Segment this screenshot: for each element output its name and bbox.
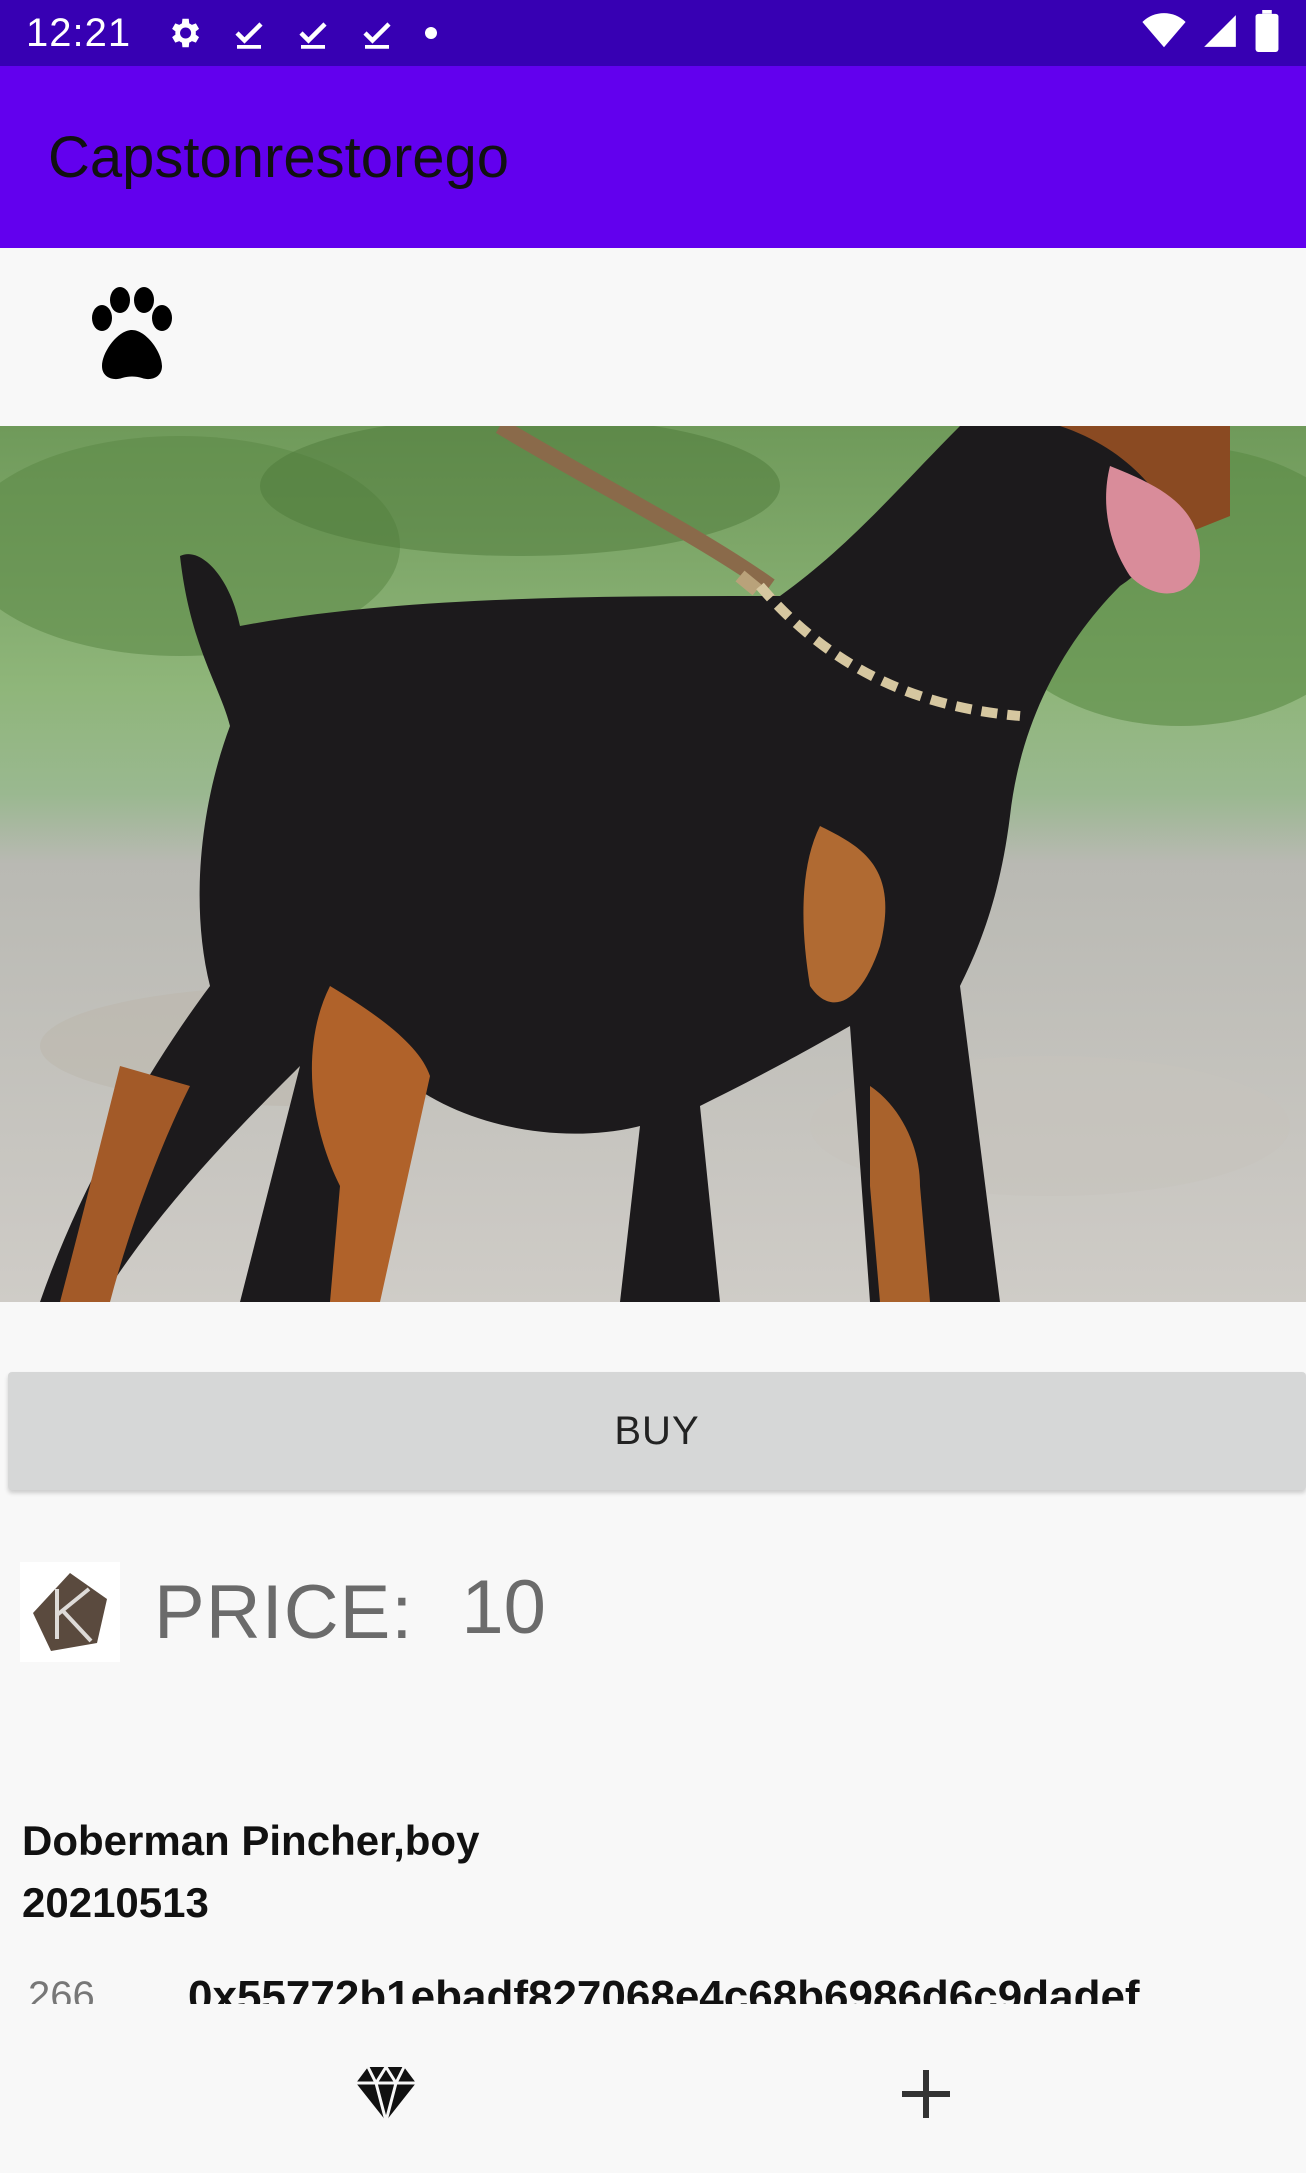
bottom-nav xyxy=(0,2004,1306,2173)
nav-item-diamond[interactable] xyxy=(326,2034,446,2154)
download-done-icon xyxy=(359,15,395,51)
buy-button[interactable]: BUY xyxy=(8,1372,1306,1490)
download-done-icon xyxy=(231,15,267,51)
plus-icon xyxy=(902,2070,950,2118)
price-row: PRICE: 10 xyxy=(20,1562,546,1662)
price-value: 10 xyxy=(461,1564,546,1650)
product-description: Doberman Pincher,boy 20210513 xyxy=(22,1810,479,1934)
paw-icon[interactable] xyxy=(86,286,178,382)
system-icons xyxy=(1142,9,1280,57)
wifi-icon xyxy=(1142,12,1186,54)
token-index: 266 xyxy=(28,1974,95,2004)
settings-icon xyxy=(165,14,203,52)
status-bar: 12:21 xyxy=(0,0,1306,66)
nav-item-add[interactable] xyxy=(866,2034,986,2154)
notification-icons xyxy=(165,14,439,52)
app-title: Capstonrestorego xyxy=(48,124,510,190)
price-label: PRICE: xyxy=(154,1569,414,1655)
product-name: Doberman Pincher,boy xyxy=(22,1817,480,1864)
download-done-icon xyxy=(295,15,331,51)
klaytn-coin-logo xyxy=(20,1562,120,1662)
toolbar-row xyxy=(0,248,1306,426)
token-row: 266 0x55772b1ebadf827068e4c68b6986d6c9da… xyxy=(0,1960,1306,2004)
status-time: 12:21 xyxy=(26,10,132,55)
app-bar: Capstonrestorego xyxy=(0,66,1306,248)
dot-icon xyxy=(423,25,439,41)
token-hash: 0x55772b1ebadf827068e4c68b6986d6c9dadef xyxy=(188,1972,1140,2004)
product-image xyxy=(0,426,1306,1302)
battery-icon xyxy=(1254,9,1280,57)
diamond-icon xyxy=(356,2065,416,2123)
signal-icon xyxy=(1200,12,1240,55)
product-date: 20210513 xyxy=(22,1879,209,1926)
